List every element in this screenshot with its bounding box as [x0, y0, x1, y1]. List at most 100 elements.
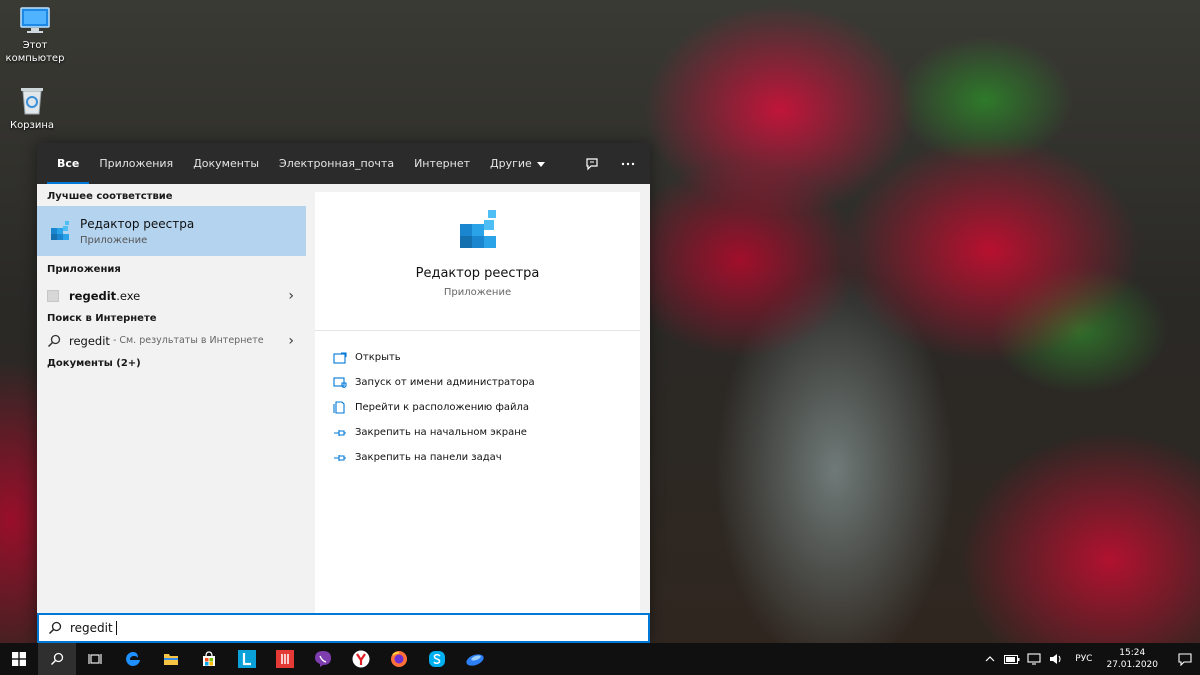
tray-network[interactable] — [1023, 653, 1045, 665]
best-match-name: Редактор реестра — [80, 216, 195, 231]
taskbar-yandex[interactable] — [342, 643, 380, 675]
taskbar-store[interactable] — [190, 643, 228, 675]
taskbar-blue-app[interactable] — [456, 643, 494, 675]
search-icon — [47, 334, 61, 347]
tray-battery[interactable] — [1001, 654, 1023, 664]
app-result-regedit[interactable]: regedit.exe › — [37, 282, 306, 309]
firefox-icon — [391, 651, 407, 667]
action-run-as-admin[interactable]: Запуск от имени администратора — [315, 370, 640, 395]
shield-icon — [333, 376, 347, 388]
feedback-button[interactable] — [584, 156, 600, 172]
edge-icon — [126, 652, 140, 666]
yandex-icon — [352, 650, 370, 668]
action-open-file-location[interactable]: Перейти к расположению файла — [315, 395, 640, 420]
taskbar-skype[interactable] — [418, 643, 456, 675]
tab-email[interactable]: Электронная_почта — [269, 143, 404, 184]
l-app-icon — [238, 650, 256, 668]
pin-icon — [334, 454, 346, 461]
tab-documents[interactable]: Документы — [183, 143, 269, 184]
action-label: Запуск от имени администратора — [355, 377, 535, 388]
registry-editor-icon — [51, 221, 69, 240]
chevron-up-icon — [985, 656, 995, 662]
blue-app-icon — [466, 654, 484, 666]
task-view-icon — [88, 654, 102, 664]
tab-apps[interactable]: Приложения — [89, 143, 183, 184]
desktop-icon-label: Этот компьютер — [5, 40, 65, 64]
feedback-icon — [586, 157, 598, 170]
start-icon — [12, 652, 26, 666]
recycle-bin-icon — [21, 88, 43, 115]
match-rest: .exe — [116, 288, 141, 303]
text-cursor — [115, 621, 117, 635]
preview-app-type: Приложение — [443, 287, 512, 298]
taskbar-firefox[interactable] — [380, 643, 418, 675]
chevron-down-icon — [536, 161, 545, 167]
action-label: Открыть — [355, 352, 401, 363]
desktop-icon-recycle-bin[interactable]: Корзина — [0, 84, 64, 132]
action-pin-to-start[interactable]: Закрепить на начальном экране — [315, 420, 640, 445]
viber-icon — [315, 651, 331, 667]
task-view-button[interactable] — [76, 643, 114, 675]
web-result[interactable]: regedit - См. результаты в Интернете › — [37, 327, 306, 354]
language-indicator[interactable]: РУС — [1067, 654, 1100, 664]
desktop-icon-this-pc[interactable]: Этот компьютер — [3, 6, 67, 65]
taskbar-viber[interactable] — [304, 643, 342, 675]
taskbar: РУС 15:24 27.01.2020 — [0, 643, 1200, 675]
show-hidden-icons[interactable] — [979, 656, 1001, 662]
taskbar-l-app[interactable] — [228, 643, 266, 675]
action-open[interactable]: Открыть — [315, 345, 640, 370]
results-list: Лучшее соответствие Редактор реестра При… — [37, 184, 306, 613]
registry-editor-icon — [459, 210, 496, 248]
open-icon — [333, 351, 347, 364]
tab-other-label: Другие — [490, 157, 532, 170]
store-icon — [203, 651, 215, 666]
search-icon — [48, 621, 62, 635]
pin-icon — [334, 429, 346, 436]
preview-app-name: Редактор реестра — [415, 266, 540, 281]
action-label: Перейти к расположению файла — [355, 402, 530, 413]
file-location-icon — [333, 401, 345, 414]
more-options-button[interactable] — [620, 156, 636, 172]
section-best-match: Лучшее соответствие — [47, 191, 173, 202]
exe-file-icon — [47, 289, 59, 302]
computer-icon — [20, 7, 50, 33]
desktop-icon-label: Корзина — [9, 120, 55, 131]
action-label: Закрепить на панели задач — [355, 452, 502, 463]
tab-web[interactable]: Интернет — [404, 143, 480, 184]
red-app-icon — [276, 650, 294, 668]
section-apps: Приложения — [47, 264, 121, 275]
skype-icon — [429, 651, 445, 667]
file-explorer-icon — [164, 654, 178, 665]
web-suffix: - См. результаты в Интернете — [112, 335, 264, 346]
action-pin-to-taskbar[interactable]: Закрепить на панели задач — [315, 445, 640, 470]
action-list: Открыть Запуск от имени администратора П… — [315, 331, 640, 470]
action-label: Закрепить на начальном экране — [355, 427, 527, 438]
section-web: Поиск в Интернете — [47, 313, 157, 324]
section-documents[interactable]: Документы (2+) — [37, 354, 306, 376]
search-box[interactable]: regedit — [37, 613, 650, 643]
taskbar-file-explorer[interactable] — [152, 643, 190, 675]
network-icon — [1027, 653, 1041, 665]
taskbar-edge[interactable] — [114, 643, 152, 675]
clock-date: 27.01.2020 — [1106, 660, 1158, 670]
chevron-right-icon[interactable]: › — [288, 288, 294, 304]
best-match-type: Приложение — [80, 234, 148, 246]
clock-time: 15:24 — [1119, 648, 1146, 658]
tab-all[interactable]: Все — [47, 143, 90, 184]
filter-bar: Все Приложения Документы Электронная_поч… — [37, 143, 650, 184]
clock[interactable]: 15:24 27.01.2020 — [1100, 647, 1170, 671]
notification-icon — [1178, 652, 1192, 666]
action-center-button[interactable] — [1170, 652, 1200, 666]
chevron-right-icon[interactable]: › — [288, 333, 294, 349]
taskbar-red-app[interactable] — [266, 643, 304, 675]
search-panel: Все Приложения Документы Электронная_поч… — [37, 143, 650, 643]
search-button[interactable] — [38, 643, 76, 675]
start-button[interactable] — [0, 643, 38, 675]
tray-volume[interactable] — [1045, 653, 1067, 665]
tab-other[interactable]: Другие — [480, 143, 555, 184]
best-match-item[interactable]: Редактор реестра Приложение — [37, 206, 306, 256]
search-input[interactable]: regedit — [70, 621, 113, 635]
match-bold: regedit — [69, 288, 117, 303]
more-icon — [621, 162, 635, 165]
battery-icon — [1004, 654, 1020, 664]
